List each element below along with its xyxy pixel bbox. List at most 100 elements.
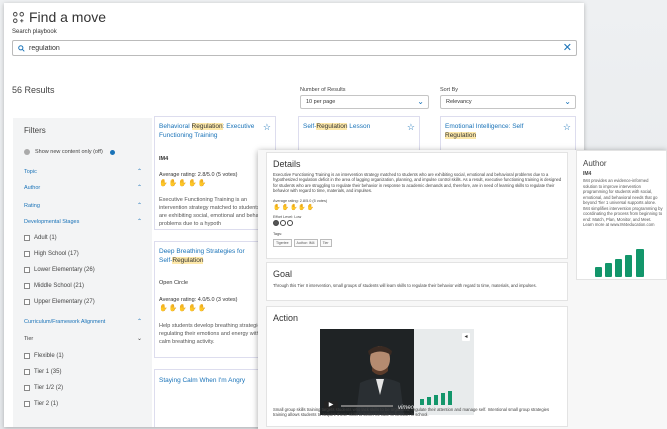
filter-section-author[interactable]: Author ⌃ [24, 185, 142, 191]
avg-rating: Average rating: 2.8/5.0 (5 votes) [273, 199, 328, 203]
star-icon[interactable]: ☆ [407, 122, 415, 133]
effort-circles [273, 220, 293, 226]
filter-section-tier[interactable]: Tier ⌄ [24, 336, 142, 342]
checkbox[interactable] [24, 267, 30, 273]
author-name: IM4 [583, 171, 592, 177]
star-icon[interactable]: ☆ [563, 122, 571, 133]
chevron-down-icon: ⌄ [564, 97, 571, 106]
detail-background: Details Executive Functioning Training i… [258, 150, 667, 429]
filters-title: Filters [24, 126, 46, 135]
card-source: Open Circle [159, 280, 189, 286]
checkbox[interactable] [24, 251, 30, 257]
checkbox[interactable] [24, 401, 30, 407]
sort-by-value: Relevancy [446, 99, 472, 105]
checkbox[interactable] [24, 235, 30, 241]
effort-circle-icon [280, 220, 286, 226]
details-section: Details Executive Functioning Training i… [266, 152, 568, 259]
checkbox[interactable] [24, 385, 30, 391]
im4-logo-icon [595, 249, 644, 277]
goal-heading: Goal [273, 269, 293, 279]
checkbox[interactable] [24, 369, 30, 375]
effort-circle-icon [287, 220, 293, 226]
tag[interactable]: Tier [319, 239, 332, 247]
number-of-results-label: Number of Results [300, 87, 346, 93]
filter-item-tier-2[interactable]: Tier 2 (1) [24, 401, 58, 407]
effort-circle-icon [273, 220, 279, 226]
chevron-up-icon: ⌃ [136, 219, 142, 225]
card-source: IM4 [159, 156, 169, 162]
filter-item-upper-elementary[interactable]: Upper Elementary (27) [24, 299, 95, 305]
search-input[interactable] [29, 44, 529, 52]
filter-section-curriculum[interactable]: Curriculum/Framework Alignment ⌃ [24, 319, 142, 325]
new-content-toggle[interactable]: Show new content only (off) [24, 149, 115, 155]
filter-section-developmental-stages[interactable]: Developmental Stages ⌃ [24, 219, 142, 225]
rating-thumbs-icon: ✋✋✋✋✋ [159, 180, 208, 187]
filter-item-middle-school[interactable]: Middle School (21) [24, 283, 84, 289]
number-of-results-value: 10 per page [306, 99, 336, 105]
checkbox[interactable] [24, 353, 30, 359]
screenshot: Find a move Search playbook ✕ 56 Results… [0, 0, 667, 429]
author-card: Author IM4 IM4 provides an evidence-info… [576, 150, 667, 280]
effort-label: Effort Level: Low [273, 215, 302, 219]
number-of-results-select[interactable]: 10 per page ⌄ [300, 95, 429, 109]
action-section: Action ◂ ▶ vimeo Small group skills trai… [266, 306, 568, 427]
goal-text: Through this Tier II intervention, small… [273, 283, 537, 288]
author-heading: Author [583, 159, 607, 168]
filter-item-lower-elementary[interactable]: Lower Elementary (26) [24, 267, 95, 273]
filter-item-tier-1-2[interactable]: Tier 1/2 (2) [24, 385, 63, 391]
puzzle-icon [12, 11, 25, 23]
details-heading: Details [273, 159, 301, 169]
presenter-image [356, 346, 404, 415]
card-description: Help students develop breathing strategi… [159, 323, 272, 345]
goal-section: Goal Through this Tier II intervention, … [266, 262, 568, 301]
tags-label: Tags: [273, 232, 283, 236]
filter-section-topic[interactable]: Topic ⌃ [24, 169, 142, 175]
details-text: Executive Functioning Training is an int… [273, 172, 562, 194]
checkbox[interactable] [24, 299, 30, 305]
filter-section-rating[interactable]: Rating ⌃ [24, 203, 142, 209]
toggle-icon [24, 149, 30, 155]
filter-item-flexible[interactable]: Flexible (1) [24, 353, 64, 359]
card-description: Executive Functioning Training is an int… [159, 197, 272, 227]
filter-item-tier-1[interactable]: Tier 1 (35) [24, 369, 61, 375]
page-title-row: Find a move [12, 9, 106, 25]
share-icon[interactable]: ◂ [462, 333, 470, 341]
checkbox[interactable] [24, 283, 30, 289]
im4-logo-icon [420, 391, 452, 405]
sort-by-label: Sort By [440, 87, 459, 93]
filter-item-high-school[interactable]: High School (17) [24, 251, 79, 257]
sort-by-select[interactable]: Relevancy ⌄ [440, 95, 576, 109]
rating-thumbs-icon: ✋✋✋✋✋ [273, 205, 316, 211]
card-rating: Average rating: 2.8/5.0 (5 votes) [159, 172, 238, 178]
tag[interactable]: Author: IM4 [293, 239, 318, 247]
author-description: IM4 provides an evidence-informed soluti… [583, 178, 663, 227]
rating-thumbs-icon: ✋✋✋✋✋ [159, 305, 208, 312]
card-title[interactable]: Staying Calm When I'm Angry [159, 376, 259, 385]
chevron-down-icon: ⌄ [417, 97, 424, 106]
chevron-up-icon: ⌃ [136, 203, 142, 209]
filters-panel: Filters Show new content only (off) Topi… [13, 118, 152, 427]
video-player[interactable]: ◂ ▶ vimeo [320, 329, 474, 415]
search-icon [18, 44, 25, 52]
card-title[interactable]: Behavioral Regulation: Executive Functio… [159, 122, 259, 140]
card-title[interactable]: Deep Breathing Strategies for Self-Regul… [159, 247, 259, 265]
results-count: 56 Results [12, 85, 55, 95]
clear-search-icon[interactable]: ✕ [563, 42, 572, 55]
star-icon[interactable]: ☆ [263, 122, 271, 133]
search-label: Search playbook [12, 29, 57, 35]
action-heading: Action [273, 313, 299, 323]
card-title[interactable]: Self-Regulation Lesson [303, 122, 403, 131]
info-icon[interactable] [109, 149, 115, 155]
search-box[interactable]: ✕ [12, 40, 577, 56]
page-title: Find a move [29, 9, 107, 25]
chevron-up-icon: ⌃ [136, 319, 142, 325]
filter-item-adult[interactable]: Adult (1) [24, 235, 57, 241]
tag[interactable]: Tigerlee [273, 239, 292, 247]
card-rating: Average rating: 4.0/5.0 (3 votes) [159, 297, 238, 303]
new-content-toggle-label: Show new content only (off) [35, 149, 103, 155]
tags-list: Tigerlee Author: IM4 Tier [273, 239, 332, 247]
move-detail-overlay: Details Executive Functioning Training i… [258, 150, 667, 429]
chevron-down-icon: ⌄ [136, 336, 142, 342]
chevron-up-icon: ⌃ [136, 185, 142, 191]
card-title[interactable]: Emotional Intelligence: Self Regulation [445, 122, 545, 140]
